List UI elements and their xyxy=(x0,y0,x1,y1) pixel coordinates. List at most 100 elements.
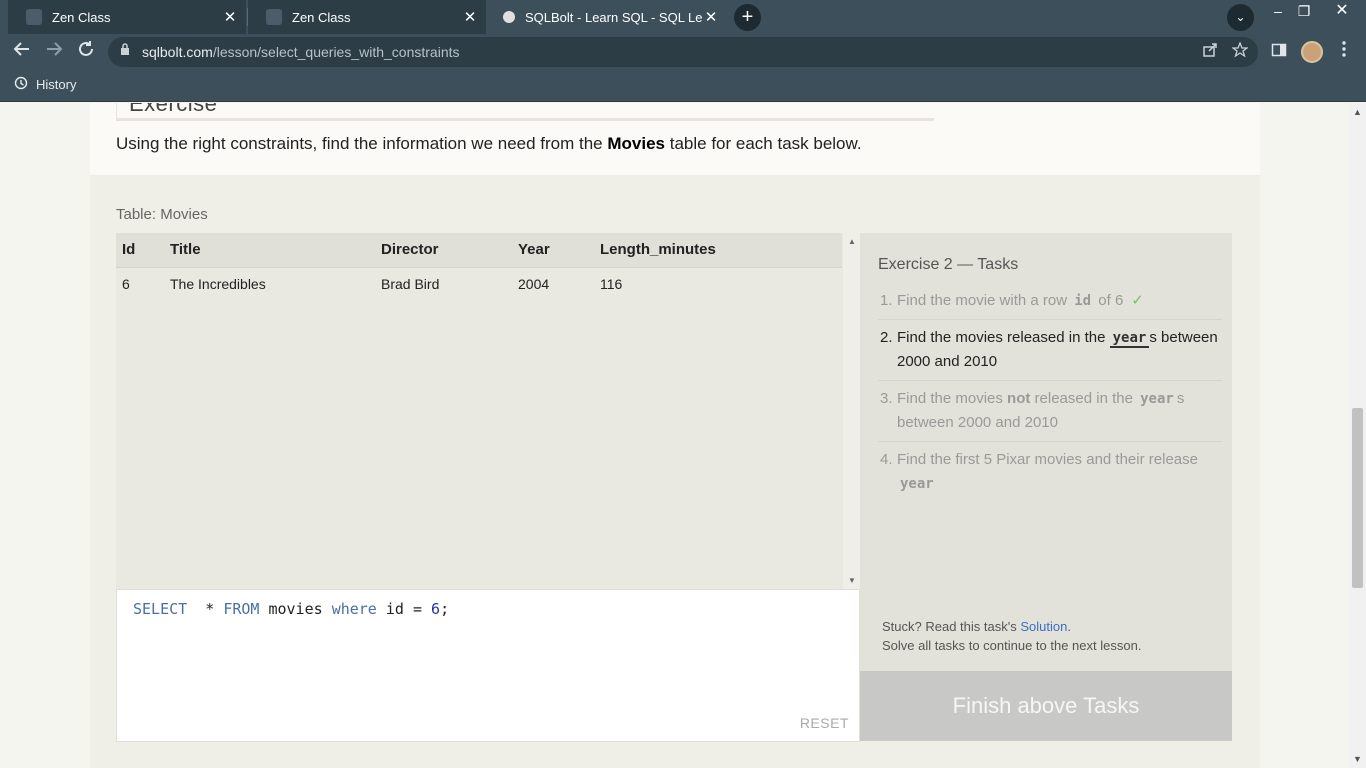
forward-arrow-icon[interactable] xyxy=(42,40,66,64)
task-list: 1. Find the movie with a row id of 6 ✓ 2. F… xyxy=(878,283,1222,502)
cell-id: 6 xyxy=(122,275,130,292)
exercise-heading-box: Exercise xyxy=(116,103,934,121)
restore-button[interactable]: ❐ xyxy=(1291,0,1317,22)
keyword-where: where xyxy=(331,600,377,618)
exercise-heading: Exercise xyxy=(129,103,218,116)
column-header-director: Director xyxy=(375,233,512,268)
url-text: sqlbolt.com/lesson/select_queries_with_c… xyxy=(142,44,460,60)
cell-title: The Incredibles xyxy=(170,275,266,292)
task-text: Find the movies xyxy=(897,390,1008,407)
code-number: 6 xyxy=(431,600,441,618)
tab-zen-class-1[interactable]: Zen Class ✕ xyxy=(8,0,246,34)
task-item-3: 3. Find the movies not released in the ye… xyxy=(878,381,1222,442)
tab-close-icon[interactable]: ✕ xyxy=(462,8,478,26)
task-item-2: 2. Find the movies released in the year s … xyxy=(878,320,1222,381)
tab-zen-class-2[interactable]: Zen Class ✕ xyxy=(248,0,486,34)
task-text: Find the movie with a row xyxy=(897,292,1072,309)
browser-toolbar: sqlbolt.com/lesson/select_queries_with_c… xyxy=(0,34,1366,70)
intro-table-name: Movies xyxy=(607,134,666,153)
column-header-id: Id xyxy=(116,233,164,268)
tasks-title: Exercise 2 — Tasks xyxy=(878,256,1019,273)
minimize-button[interactable]: – xyxy=(1265,0,1291,22)
task-number: 3. xyxy=(880,390,893,407)
finish-tasks-button[interactable]: Finish above Tasks xyxy=(860,671,1232,741)
task-item-4: 4. Find the first 5 Pixar movies and thei… xyxy=(878,442,1222,502)
sql-editor[interactable]: SELECT * FROM movies where id = 6; RESET xyxy=(116,589,860,742)
scroll-up-arrow-icon[interactable]: ▲ xyxy=(1353,107,1362,117)
url-host: sqlbolt.com xyxy=(142,44,213,60)
tab-sqlbolt[interactable]: SQLBolt - Learn SQL - SQL Lesson ✕ xyxy=(487,0,727,34)
task-text: of 6 xyxy=(1094,292,1124,309)
code-text: * xyxy=(187,600,224,618)
task-code: year xyxy=(1140,391,1174,407)
task-text: released in the xyxy=(1030,390,1138,407)
code-text: movies xyxy=(259,600,332,618)
bookmark-star-icon[interactable] xyxy=(1228,40,1252,64)
task-number: 2. xyxy=(880,329,893,346)
tab-title: Zen Class xyxy=(292,9,351,25)
cell-director: Brad Bird xyxy=(381,275,440,292)
intro-text: Using the right constraints, find the in… xyxy=(116,134,608,153)
back-arrow-icon[interactable] xyxy=(10,40,34,64)
task-text: Find the first 5 Pixar movies and their … xyxy=(897,451,1198,468)
url-path: /lesson/select_queries_with_constraints xyxy=(212,44,460,60)
checkmark-icon: ✓ xyxy=(1131,292,1144,309)
task-code: year xyxy=(900,476,934,492)
column-header-length: Length_minutes xyxy=(594,233,842,268)
tab-close-icon[interactable]: ✕ xyxy=(222,8,238,26)
task-code: id xyxy=(1074,293,1092,309)
scroll-down-arrow-icon[interactable]: ▼ xyxy=(848,576,856,585)
database-favicon-icon xyxy=(503,11,515,23)
tab-title: Zen Class xyxy=(52,9,111,25)
table-caption: Table: Movies xyxy=(116,206,208,223)
keyword-select: SELECT xyxy=(133,600,188,618)
tab-close-icon[interactable]: ✕ xyxy=(703,8,719,26)
bookmark-history[interactable]: History xyxy=(14,76,76,93)
cell-length: 116 xyxy=(600,275,623,292)
new-tab-button[interactable]: + xyxy=(734,4,761,31)
task-number: 4. xyxy=(880,451,893,468)
share-icon[interactable] xyxy=(1198,40,1222,64)
help-suffix: . xyxy=(1067,619,1071,634)
help-text: Stuck? Read this task's Solution. Solve … xyxy=(882,617,1141,655)
zen-class-favicon-icon xyxy=(266,9,282,25)
solution-link[interactable]: Solution xyxy=(1020,619,1067,634)
reset-button[interactable]: RESET xyxy=(800,715,849,731)
scroll-down-arrow-icon[interactable]: ▼ xyxy=(1353,754,1362,764)
browser-menu-icon[interactable] xyxy=(1332,40,1356,64)
scroll-up-arrow-icon[interactable]: ▲ xyxy=(848,237,856,246)
task-emphasis: not xyxy=(1007,390,1031,407)
results-panel: Id Title Director Year Length_minutes 6 … xyxy=(116,233,859,589)
table-header-row: Id Title Director Year Length_minutes xyxy=(116,233,842,268)
table-row: 6 The Incredibles Brad Bird 2004 116 xyxy=(116,267,842,300)
bookmarks-bar: History xyxy=(0,70,1366,102)
tab-search-chevron-icon[interactable]: ⌄ xyxy=(1227,4,1254,31)
close-window-button[interactable]: ✕ xyxy=(1322,0,1362,22)
lesson-content: Exercise Using the right constraints, fi… xyxy=(90,103,1260,175)
results-scrollbar[interactable]: ▲ ▼ xyxy=(843,233,859,589)
reload-icon[interactable] xyxy=(74,40,98,64)
page-scrollbar[interactable]: ▲ ▼ xyxy=(1349,103,1366,768)
task-code: year xyxy=(1109,330,1150,348)
code-text: ; xyxy=(440,600,450,618)
intro-text-end: table for each task below. xyxy=(665,134,862,153)
task-text: Find the movies released in the xyxy=(897,329,1110,346)
task-number: 1. xyxy=(880,292,893,309)
cell-year: 2004 xyxy=(518,275,550,292)
results-table: Id Title Director Year Length_minutes 6 … xyxy=(116,233,842,300)
page-viewport: Exercise Using the right constraints, fi… xyxy=(0,103,1349,768)
bookmark-label: History xyxy=(36,77,77,92)
sql-query-text[interactable]: SELECT * FROM movies where id = 6; xyxy=(133,600,449,618)
tab-title: SQLBolt - Learn SQL - SQL Lesson xyxy=(525,9,703,25)
column-header-year: Year xyxy=(512,233,594,268)
history-icon xyxy=(14,76,28,93)
scrollbar-thumb[interactable] xyxy=(1352,408,1363,588)
profile-avatar[interactable] xyxy=(1301,41,1323,63)
tasks-panel: Exercise 2 — Tasks 1. Find the movie with… xyxy=(860,233,1232,671)
help-prefix: Stuck? Read this task's xyxy=(882,619,1021,634)
address-bar[interactable]: sqlbolt.com/lesson/select_queries_with_c… xyxy=(108,37,1258,67)
keyword-from: FROM xyxy=(223,600,260,618)
exercise-widget: Table: Movies Id Title Director Year Len… xyxy=(90,175,1260,768)
help-continue-text: Solve all tasks to continue to the next … xyxy=(882,638,1142,653)
side-panel-icon[interactable] xyxy=(1267,40,1291,64)
